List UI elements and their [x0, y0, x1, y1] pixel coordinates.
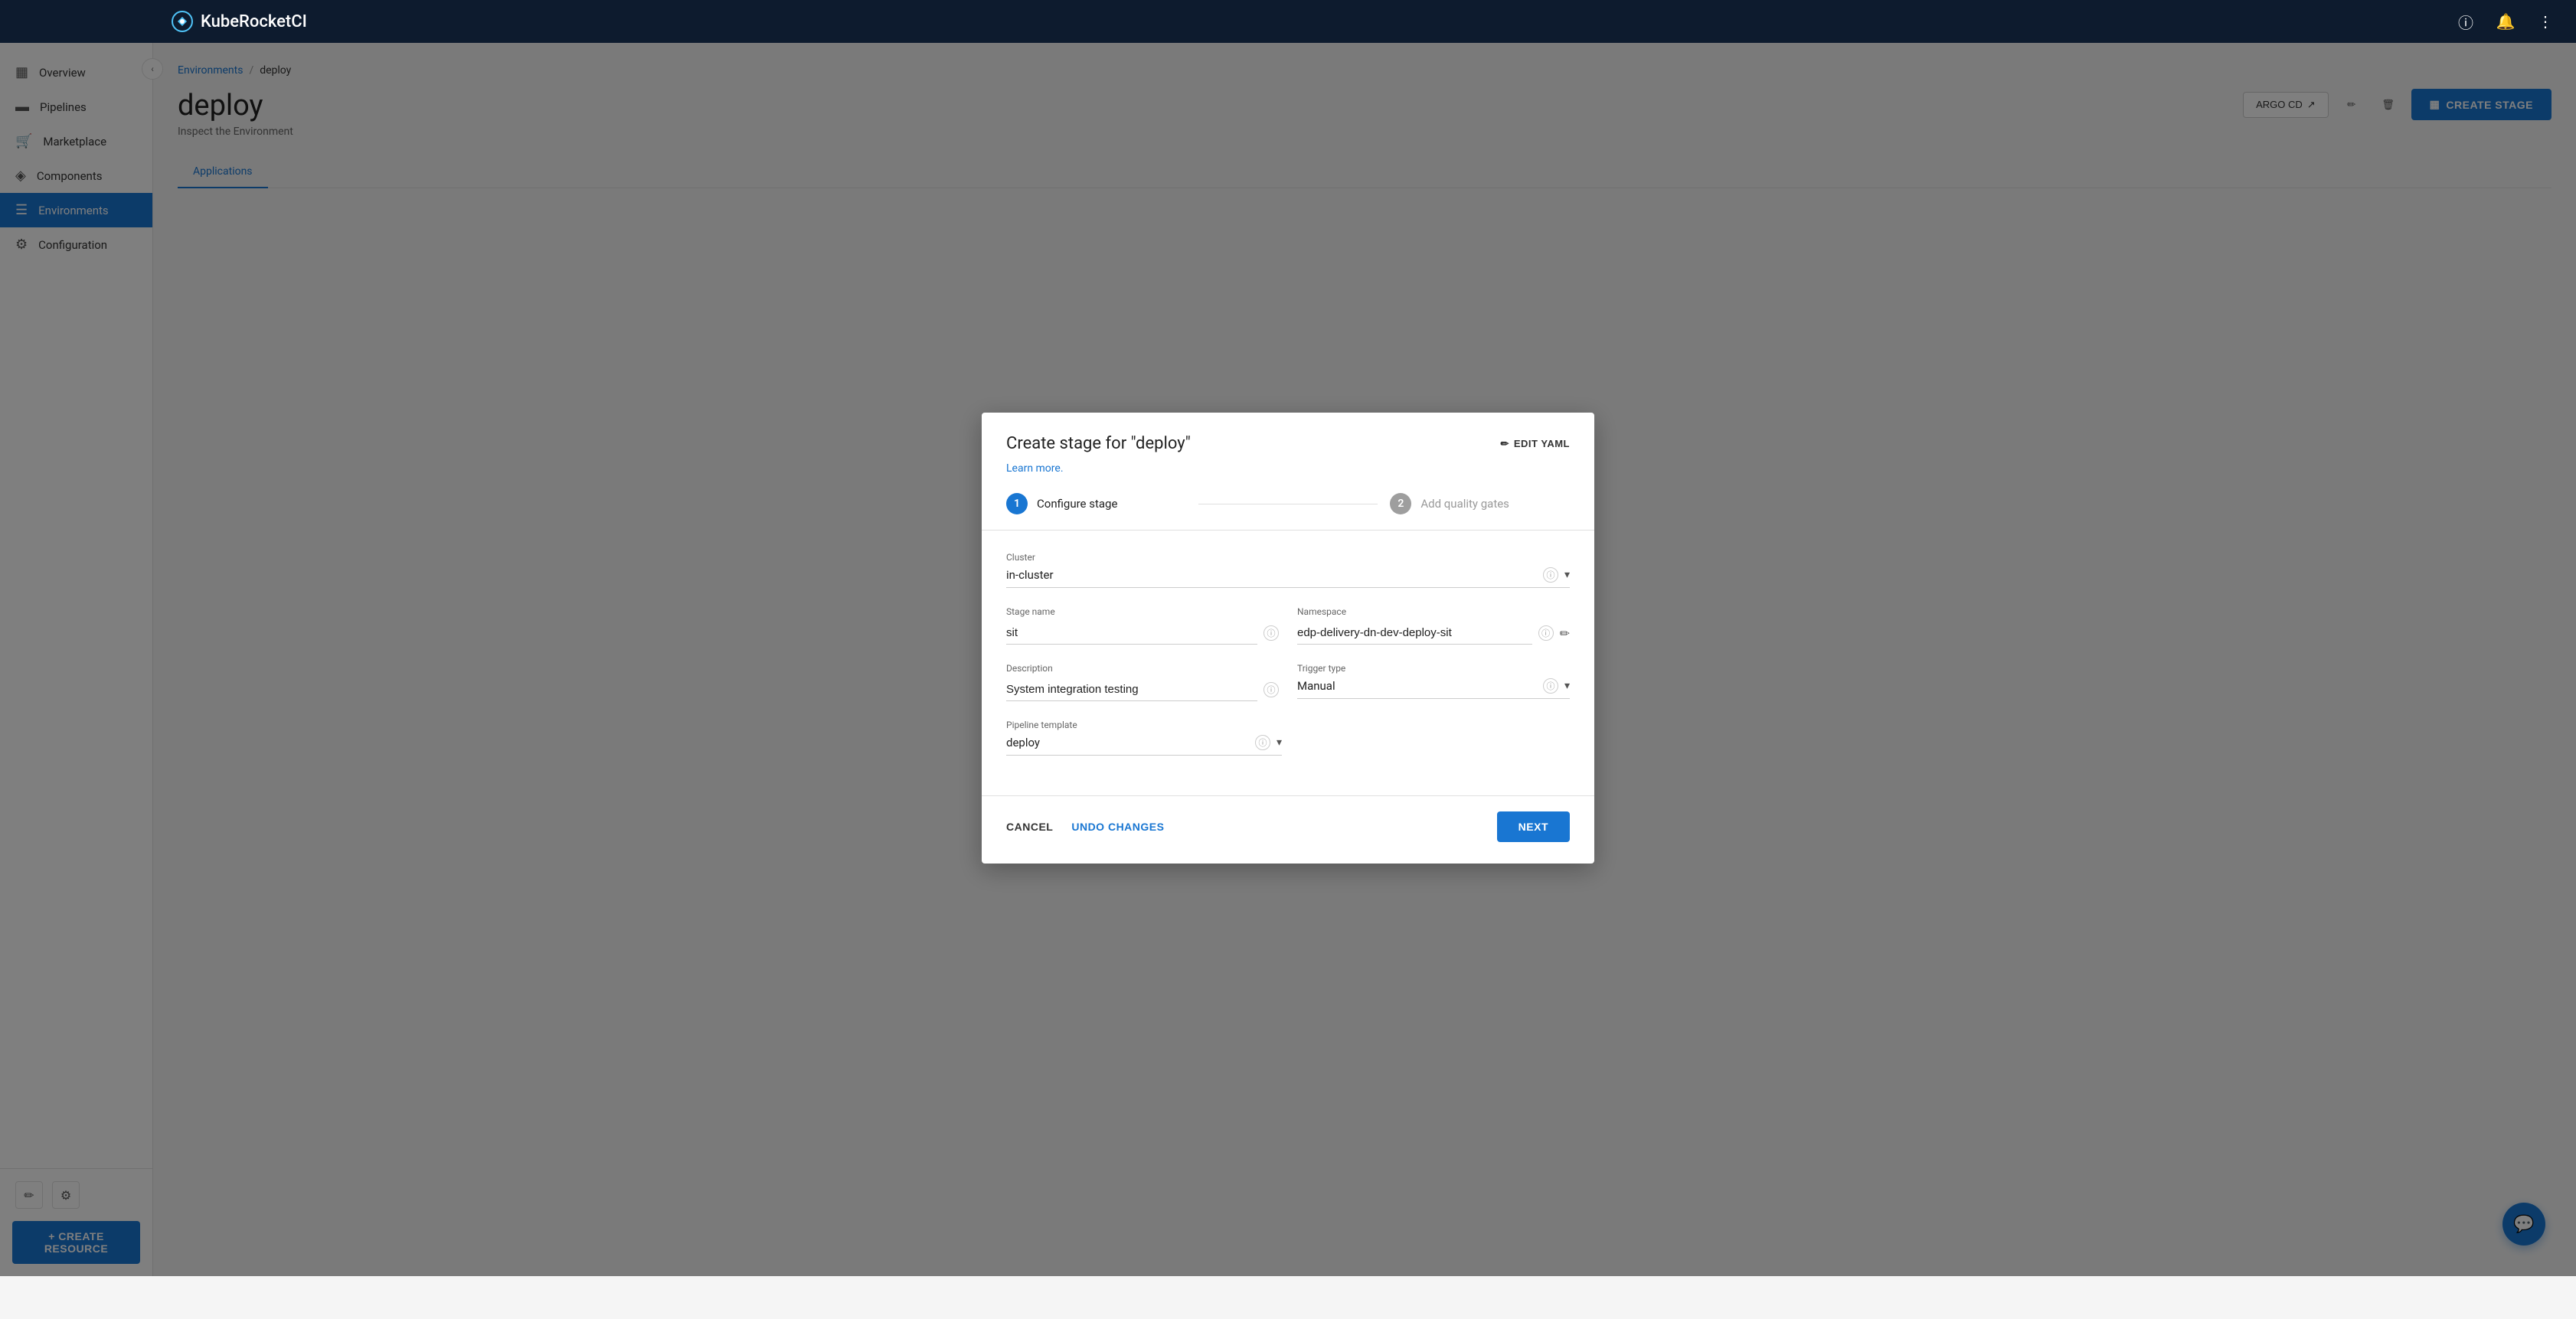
pipeline-template-value: deploy [1006, 736, 1249, 749]
pipeline-template-info-icon[interactable]: ⓘ [1255, 735, 1270, 750]
stage-name-input[interactable] [1006, 622, 1257, 645]
step-2-number: 2 [1390, 493, 1411, 514]
stepper: 1 Configure stage 2 Add quality gates [982, 475, 1594, 531]
modal-overlay: Create stage for "deploy" ✏ EDIT YAML Le… [0, 0, 2576, 1276]
info-icon[interactable]: ⓘ [2453, 9, 2478, 34]
edit-yaml-button[interactable]: ✏ EDIT YAML [1500, 438, 1570, 450]
namespace-edit-icon[interactable]: ✏ [1560, 626, 1570, 641]
footer-left-actions: CANCEL UNDO CHANGES [1006, 815, 1164, 839]
dialog-footer: CANCEL UNDO CHANGES NEXT [982, 795, 1594, 864]
undo-changes-button[interactable]: UNDO CHANGES [1071, 815, 1164, 839]
pipeline-template-label: Pipeline template [1006, 720, 1570, 730]
dialog-title: Create stage for "deploy" [1006, 434, 1191, 453]
cluster-info-icon[interactable]: ⓘ [1543, 567, 1558, 583]
cluster-label: Cluster [1006, 552, 1570, 563]
description-label: Description [1006, 663, 1279, 674]
pipeline-template-dropdown-icon[interactable]: ▾ [1277, 736, 1282, 749]
pipeline-template-field: Pipeline template deploy ⓘ ▾ [1006, 720, 1570, 756]
pipeline-template-select-wrapper: deploy ⓘ ▾ [1006, 735, 1282, 756]
step-1: 1 Configure stage [1006, 493, 1186, 514]
edit-yaml-icon: ✏ [1500, 438, 1509, 450]
dialog-header: Create stage for "deploy" ✏ EDIT YAML [982, 413, 1594, 453]
trigger-type-label: Trigger type [1297, 663, 1570, 674]
cluster-value: in-cluster [1006, 568, 1537, 582]
cluster-dropdown-icon[interactable]: ▾ [1564, 569, 1570, 581]
learn-more-link[interactable]: Learn more. [982, 453, 1594, 475]
description-info-icon[interactable]: ⓘ [1263, 682, 1279, 697]
cluster-select-wrapper: in-cluster ⓘ ▾ [1006, 567, 1570, 588]
stage-name-col: Stage name ⓘ [1006, 606, 1279, 645]
step-2-label: Add quality gates [1420, 497, 1509, 511]
navbar: KubeRocketCI ⓘ 🔔 ⋮ [0, 0, 2576, 43]
trigger-type-info-icon[interactable]: ⓘ [1543, 678, 1558, 694]
stage-name-label: Stage name [1006, 606, 1279, 617]
description-col: Description ⓘ [1006, 663, 1279, 701]
description-input[interactable] [1006, 678, 1257, 701]
navbar-actions: ⓘ 🔔 ⋮ [2453, 9, 2558, 34]
create-stage-dialog: Create stage for "deploy" ✏ EDIT YAML Le… [982, 413, 1594, 864]
description-field-row: ⓘ [1006, 678, 1279, 701]
next-button[interactable]: NEXT [1497, 811, 1570, 842]
step-1-number: 1 [1006, 493, 1028, 514]
namespace-field-row: ⓘ ✏ [1297, 622, 1570, 645]
app-logo: KubeRocketCI [172, 11, 307, 32]
namespace-info-icon[interactable]: ⓘ [1538, 625, 1554, 641]
namespace-col: Namespace ⓘ ✏ [1297, 606, 1570, 645]
trigger-type-dropdown-icon[interactable]: ▾ [1564, 680, 1570, 692]
stage-namespace-row: Stage name ⓘ Namespace ⓘ ✏ [1006, 606, 1570, 645]
step-1-label: Configure stage [1037, 497, 1117, 511]
cluster-field: Cluster in-cluster ⓘ ▾ [1006, 552, 1570, 588]
notifications-icon[interactable]: 🔔 [2493, 9, 2518, 34]
step-2: 2 Add quality gates [1390, 493, 1570, 514]
dialog-form: Cluster in-cluster ⓘ ▾ Stage name ⓘ [982, 531, 1594, 795]
app-name: KubeRocketCI [201, 12, 307, 31]
more-options-icon[interactable]: ⋮ [2533, 9, 2558, 34]
edit-yaml-label: EDIT YAML [1514, 438, 1570, 449]
namespace-input[interactable] [1297, 622, 1532, 645]
description-trigger-row: Description ⓘ Trigger type Manual ⓘ ▾ [1006, 663, 1570, 701]
namespace-label: Namespace [1297, 606, 1570, 617]
trigger-type-value: Manual [1297, 679, 1537, 693]
stage-name-info-icon[interactable]: ⓘ [1263, 625, 1279, 641]
stage-name-field-row: ⓘ [1006, 622, 1279, 645]
trigger-type-col: Trigger type Manual ⓘ ▾ [1297, 663, 1570, 701]
trigger-type-select-wrapper: Manual ⓘ ▾ [1297, 678, 1570, 699]
cancel-button[interactable]: CANCEL [1006, 815, 1053, 839]
